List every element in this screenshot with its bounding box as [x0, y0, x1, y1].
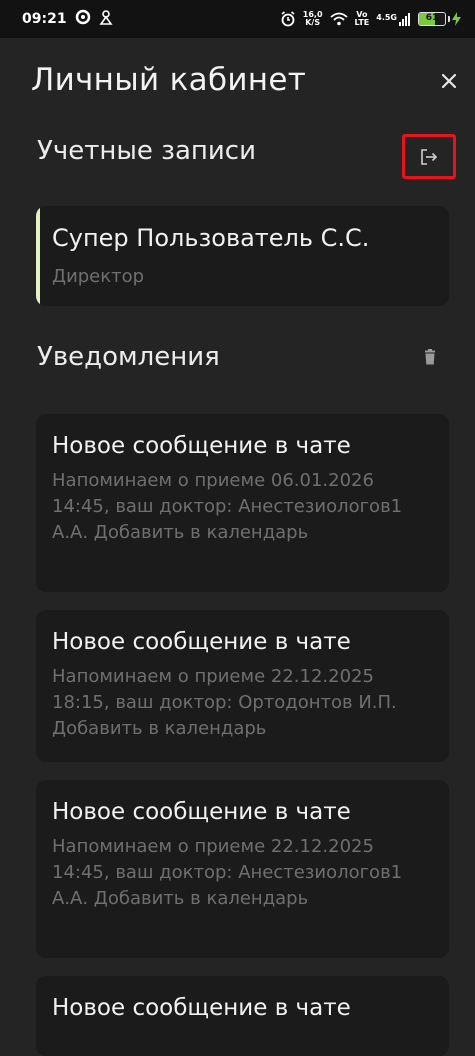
status-bar-left: 09:21	[22, 9, 113, 29]
notification-body: Напоминаем о приеме 22.12.2025 18:15, ва…	[52, 666, 397, 739]
status-time: 09:21	[22, 11, 67, 27]
alarm-icon	[280, 11, 296, 27]
account-name: Супер Пользователь С.С.	[52, 224, 370, 252]
notification-body: Напоминаем о приеме 06.01.2026 14:45, ва…	[52, 470, 403, 543]
trash-icon	[425, 349, 435, 365]
signal-bars-icon	[399, 12, 410, 26]
clear-notifications-button[interactable]	[419, 344, 441, 370]
net-speed: 16,0 K/S	[303, 11, 323, 27]
accounts-section-title: Учетные записи	[37, 136, 256, 166]
notification-card[interactable]: Новое сообщение в чате	[36, 976, 449, 1056]
notification-title: Новое сообщение в чате	[52, 433, 351, 459]
notification-title: Новое сообщение в чате	[52, 799, 351, 825]
notification-card[interactable]: Новое сообщение в чате Напоминаем о прие…	[36, 610, 449, 762]
volte-indicator: Vo LTE	[355, 11, 370, 27]
volte-bottom: LTE	[354, 18, 370, 27]
battery-percent: 61	[425, 13, 439, 23]
battery-indicator: 61	[418, 12, 461, 26]
close-icon	[441, 73, 457, 89]
notification-card[interactable]: Новое сообщение в чате Напоминаем о прие…	[36, 414, 449, 592]
battery-tip	[448, 16, 450, 22]
battery-icon: 61	[418, 12, 446, 26]
record-icon	[75, 9, 91, 29]
wifi-icon	[329, 12, 348, 26]
notification-title: Новое сообщение в чате	[52, 629, 351, 655]
account-active-indicator	[36, 206, 40, 306]
cell-signal: 4.5G	[376, 12, 411, 26]
signal-label: 4.5G	[376, 12, 397, 22]
notification-app-icon	[99, 9, 113, 29]
status-bar: 09:21 16,0 K/S Vo LTE 4.5G 61	[0, 0, 475, 38]
notification-body: Напоминаем о приеме 22.12.2025 14:45, ва…	[52, 836, 403, 909]
notification-title: Новое сообщение в чате	[52, 995, 351, 1021]
close-button[interactable]	[432, 66, 466, 96]
personal-account-panel: Личный кабинет Учетные записи Супер Поль…	[0, 38, 475, 1056]
status-bar-right: 16,0 K/S Vo LTE 4.5G 61	[280, 11, 461, 27]
account-card[interactable]: Супер Пользователь С.С. Директор	[36, 206, 449, 306]
notifications-section-title: Уведомления	[37, 342, 220, 372]
notification-card[interactable]: Новое сообщение в чате Напоминаем о прие…	[36, 780, 449, 958]
charging-bolt-icon	[452, 12, 461, 26]
net-speed-unit: K/S	[305, 18, 321, 27]
account-role: Директор	[52, 266, 145, 287]
logout-icon	[421, 148, 438, 165]
logout-button[interactable]	[402, 134, 456, 179]
page-title: Личный кабинет	[31, 62, 307, 98]
